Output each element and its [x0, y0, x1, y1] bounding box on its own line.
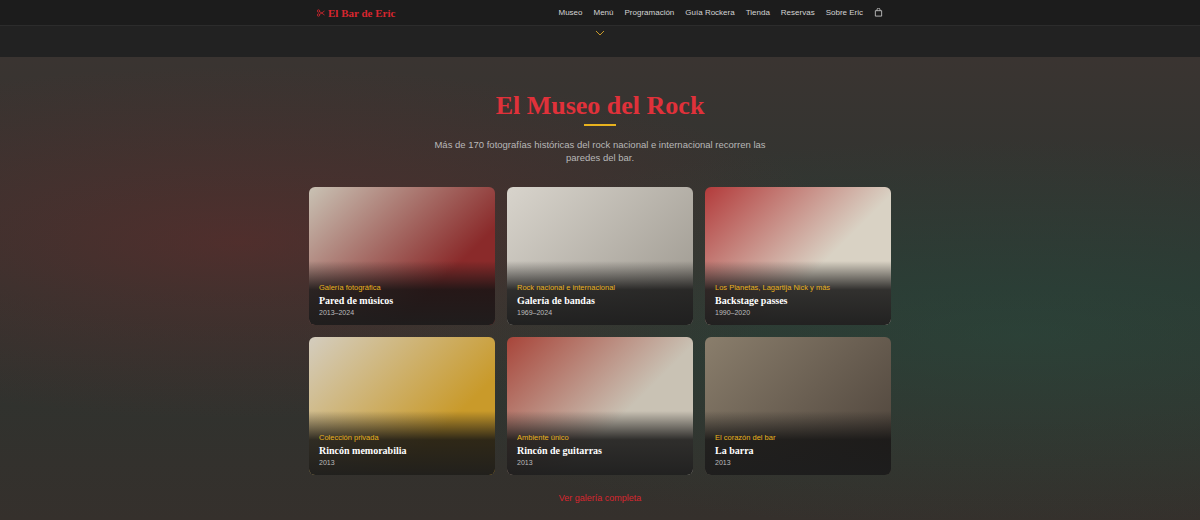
- card-body: Galería fotográfica Pared de músicos 2013–…: [309, 261, 495, 325]
- card-years: 2013–2024: [319, 309, 485, 316]
- card-title: La barra: [715, 445, 881, 456]
- page: El Bar de Eric Museo Menú Programación Guía …: [0, 0, 1200, 520]
- gallery-grid: Galería fotográfica Pared de músicos 2013–…: [309, 187, 891, 475]
- card-body: Los Planetas, Lagartija Nick y más Backst…: [705, 261, 891, 325]
- museum-section: El Museo del Rock Más de 170 fotografías …: [0, 57, 1200, 520]
- card-years: 2013: [319, 459, 485, 466]
- nav-link[interactable]: Reservas: [781, 8, 815, 17]
- card-years: 2013: [517, 459, 683, 466]
- gallery-link[interactable]: Ver galería completa: [559, 493, 642, 503]
- card-category: Ambiente único: [517, 433, 683, 442]
- gallery-card[interactable]: Rock nacional e internacional Galería de …: [507, 187, 693, 325]
- nav-bar: El Bar de Eric Museo Menú Programación Guía …: [0, 0, 1200, 26]
- card-category: Galería fotográfica: [319, 283, 485, 292]
- chevron-down-icon[interactable]: [595, 29, 605, 37]
- card-body: Rock nacional e internacional Galería de …: [507, 261, 693, 325]
- card-category: Los Planetas, Lagartija Nick y más: [715, 283, 881, 292]
- bag-icon[interactable]: [874, 8, 883, 17]
- card-title: Rincón memorabilia: [319, 445, 485, 456]
- card-years: 2013: [715, 459, 881, 466]
- nav-link[interactable]: Tienda: [746, 8, 770, 17]
- gallery-card[interactable]: Colección privada Rincón memorabilia 2013: [309, 337, 495, 475]
- scissors-icon: [317, 9, 325, 17]
- card-title: Backstage passes: [715, 295, 881, 306]
- gallery-card[interactable]: Galería fotográfica Pared de músicos 2013–…: [309, 187, 495, 325]
- card-title: Rincón de guitarras: [517, 445, 683, 456]
- card-title: Pared de músicos: [319, 295, 485, 306]
- nav-link[interactable]: Menú: [593, 8, 613, 17]
- nav-link[interactable]: Guía Rockera: [685, 8, 734, 17]
- card-category: El corazón del bar: [715, 433, 881, 442]
- title-underline: [584, 124, 616, 126]
- card-body: Ambiente único Rincón de guitarras 2013: [507, 411, 693, 475]
- card-body: El corazón del bar La barra 2013: [705, 411, 891, 475]
- nav-link[interactable]: Museo: [558, 8, 582, 17]
- scroll-band: [0, 26, 1200, 57]
- card-years: 1969–2024: [517, 309, 683, 316]
- nav-link[interactable]: Programación: [625, 8, 675, 17]
- card-title: Galería de bandas: [517, 295, 683, 306]
- logo[interactable]: El Bar de Eric: [317, 7, 395, 19]
- card-years: 1990–2020: [715, 309, 881, 316]
- gallery-card[interactable]: Ambiente único Rincón de guitarras 2013: [507, 337, 693, 475]
- card-category: Colección privada: [319, 433, 485, 442]
- card-body: Colección privada Rincón memorabilia 2013: [309, 411, 495, 475]
- section-subtitle: Más de 170 fotografías históricas del ro…: [430, 138, 770, 164]
- nav-links: Museo Menú Programación Guía Rockera Tienda R…: [558, 8, 883, 17]
- gallery-card[interactable]: El corazón del bar La barra 2013: [705, 337, 891, 475]
- nav-inner: El Bar de Eric Museo Menú Programación Guía …: [317, 0, 883, 25]
- card-category: Rock nacional e internacional: [517, 283, 683, 292]
- section-title: El Museo del Rock: [496, 91, 705, 121]
- nav-link[interactable]: Sobre Eric: [826, 8, 863, 17]
- gallery-card[interactable]: Los Planetas, Lagartija Nick y más Backst…: [705, 187, 891, 325]
